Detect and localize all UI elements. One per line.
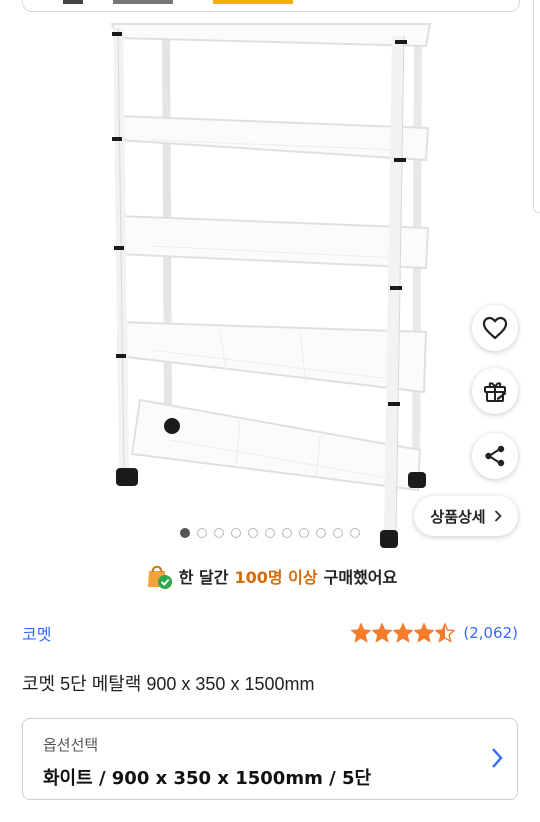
image-pagination[interactable] [0,528,540,544]
pagination-dot[interactable] [248,528,258,538]
rating[interactable]: (2,062) [351,623,518,643]
chevron-right-icon [494,510,502,522]
option-selector[interactable]: 옵션선택 화이트 / 900 x 350 x 1500mm / 5단 [22,718,518,800]
gift-button[interactable] [472,368,518,414]
review-count[interactable]: (2,062) [463,624,518,642]
star-full-icon [393,623,414,643]
star-full-icon [351,623,372,643]
heart-icon [482,316,508,340]
pagination-dot[interactable] [214,528,224,538]
product-image[interactable] [0,0,540,560]
shopping-bag-check-icon [147,565,172,589]
product-detail-label: 상품상세 [430,507,486,526]
wishlist-button[interactable] [472,305,518,351]
star-full-icon [372,623,393,643]
share-icon [485,445,505,467]
seller-link[interactable]: 코멧 [22,621,51,645]
pagination-dot[interactable] [282,528,292,538]
pagination-dot[interactable] [197,528,207,538]
pagination-dot[interactable] [180,528,190,538]
seller-rating-row: 코멧 (2,062) [22,620,518,646]
chevron-right-icon [492,748,503,768]
pagination-dot[interactable] [265,528,275,538]
star-full-icon [414,623,435,643]
purchase-count-banner: 한 달간 100명 이상 구매했어요 [0,562,540,590]
pagination-dot[interactable] [350,528,360,538]
rating-stars [351,623,456,643]
purchase-highlight: 100명 이상 [234,568,318,587]
pagination-dot[interactable] [299,528,309,538]
pagination-dot[interactable] [333,528,343,538]
metal-rack-image [110,23,432,548]
gift-icon [484,382,507,402]
product-title: 코멧 5단 메탈랙 900 x 350 x 1500mm [22,674,315,694]
purchase-suffix: 구매했어요 [323,568,398,587]
purchase-prefix: 한 달간 [178,568,229,587]
pagination-dot[interactable] [231,528,241,538]
star-half-icon [435,623,456,643]
right-panel-edge [533,0,540,213]
option-label: 옵션선택 [43,736,99,754]
share-button[interactable] [472,433,518,479]
option-value: 화이트 / 900 x 350 x 1500mm / 5단 [43,768,372,789]
pagination-dot[interactable] [316,528,326,538]
